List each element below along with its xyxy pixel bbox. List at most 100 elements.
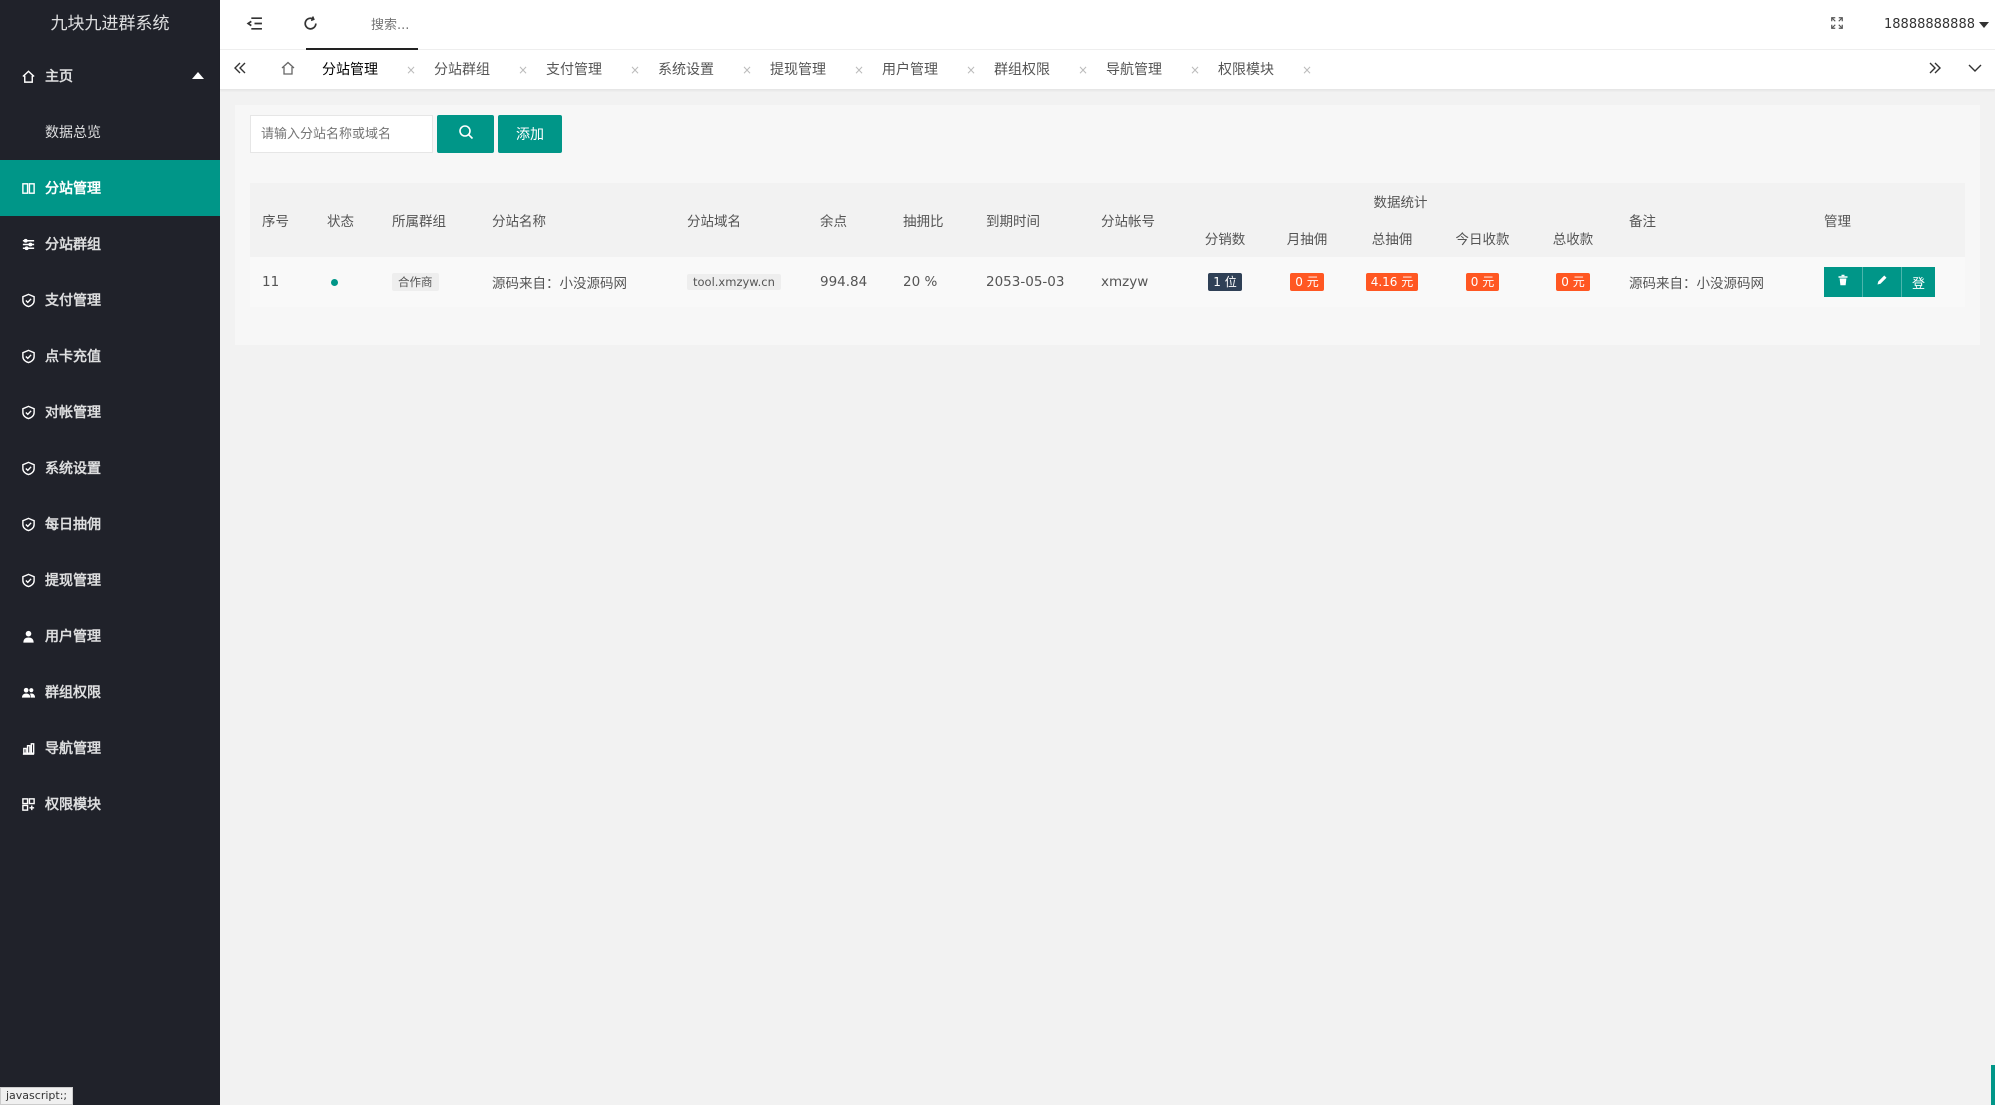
cell-group: 合作商 — [380, 257, 480, 307]
close-icon[interactable]: × — [1302, 50, 1312, 90]
sidebar-item-reconciliation[interactable]: 对帐管理 — [0, 384, 220, 440]
tab-users[interactable]: 用户管理 × — [870, 50, 982, 90]
table-row: 11 合作商 源码来自：小没源码网 tool.xmzyw.cn 994.84 2… — [250, 257, 1965, 307]
th-name: 分站名称 — [480, 183, 675, 257]
tab-scroll-right-button[interactable] — [1915, 50, 1955, 90]
tab-navigation[interactable]: 导航管理 × — [1094, 50, 1206, 90]
refresh-icon — [302, 15, 319, 36]
add-button[interactable]: 添加 — [498, 115, 562, 153]
edit-button[interactable] — [1863, 267, 1902, 297]
substation-table: 序号 状态 所属群组 分站名称 分站域名 余点 抽拥比 到期时间 分站帐号 数据… — [250, 183, 1965, 307]
row-actions: 登 — [1824, 267, 1953, 297]
close-icon[interactable]: × — [742, 50, 752, 90]
sidebar-item-label: 导航管理 — [45, 741, 101, 757]
close-icon[interactable]: × — [518, 50, 528, 90]
tab-withdrawal[interactable]: 提现管理 × — [758, 50, 870, 90]
close-icon[interactable]: × — [1078, 50, 1088, 90]
sidebar-item-users[interactable]: 用户管理 — [0, 608, 220, 664]
search-button[interactable] — [437, 115, 494, 153]
th-id: 序号 — [250, 183, 315, 257]
sidebar-item-permission-module[interactable]: 权限模块 — [0, 776, 220, 832]
shield-check-icon — [20, 404, 36, 420]
refresh-button[interactable] — [282, 0, 338, 50]
tab-group-permissions[interactable]: 群组权限 × — [982, 50, 1094, 90]
tab-label: 导航管理 — [1106, 62, 1162, 78]
tab-scroll-left-button[interactable] — [220, 50, 260, 90]
sidebar-item-label: 权限模块 — [45, 797, 101, 813]
cell-remark: 源码来自：小没源码网 — [1617, 257, 1812, 307]
user-menu[interactable]: 18888888888 — [1884, 0, 1991, 50]
close-icon[interactable]: × — [854, 50, 864, 90]
close-icon[interactable]: × — [966, 50, 976, 90]
tab-label: 用户管理 — [882, 62, 938, 78]
columns-icon — [20, 180, 36, 196]
tab-substation[interactable]: 分站管理 × — [310, 50, 422, 90]
cell-expire: 2053-05-03 — [974, 257, 1089, 307]
sidebar-item-label: 数据总览 — [45, 125, 101, 141]
tab-payment[interactable]: 支付管理 × — [534, 50, 646, 90]
sidebar-item-withdrawal[interactable]: 提现管理 — [0, 552, 220, 608]
sidebar-item-card-recharge[interactable]: 点卡充值 — [0, 328, 220, 384]
th-stats: 数据统计 — [1184, 183, 1617, 219]
tab-menu-button[interactable] — [1955, 50, 1995, 90]
cell-total-income: 0 元 — [1529, 257, 1617, 307]
sidebar-item-substation-group[interactable]: 分站群组 — [0, 216, 220, 272]
cell-domain: tool.xmzyw.cn — [675, 257, 808, 307]
domain-tag: tool.xmzyw.cn — [687, 274, 781, 290]
tab-label: 支付管理 — [546, 62, 602, 78]
fullscreen-button[interactable] — [1819, 0, 1855, 50]
keyword-input[interactable] — [250, 115, 433, 153]
chevron-down-icon — [1967, 60, 1983, 80]
th-remark: 备注 — [1617, 183, 1812, 257]
close-icon[interactable]: × — [406, 50, 416, 90]
menu-fold-icon — [246, 15, 263, 36]
search-icon — [458, 124, 474, 144]
sidebar-item-label: 用户管理 — [45, 629, 101, 645]
delete-button[interactable] — [1824, 267, 1863, 297]
sidebar-item-daily-commission[interactable]: 每日抽佣 — [0, 496, 220, 552]
sidebar-item-label: 分站群组 — [45, 237, 101, 253]
sidebar-item-label: 主页 — [45, 69, 73, 85]
tab-label: 分站管理 — [322, 62, 378, 78]
scroll-indicator[interactable] — [1991, 1065, 1995, 1105]
cell-status — [315, 257, 380, 307]
cell-month-comm: 0 元 — [1266, 257, 1348, 307]
fullscreen-icon — [1830, 16, 1844, 34]
tab-label: 群组权限 — [994, 62, 1050, 78]
top-header: 18888888888 — [220, 0, 1995, 50]
close-icon[interactable]: × — [630, 50, 640, 90]
sidebar-item-overview[interactable]: 数据总览 — [0, 104, 220, 160]
home-icon — [280, 60, 296, 80]
tab-substation-group[interactable]: 分站群组 × — [422, 50, 534, 90]
th-ratio: 抽拥比 — [891, 183, 974, 257]
login-button[interactable]: 登 — [1902, 267, 1935, 297]
sidebar-item-payment[interactable]: 支付管理 — [0, 272, 220, 328]
double-chevron-right-icon — [1927, 60, 1943, 80]
th-today-income: 今日收款 — [1436, 219, 1529, 257]
th-status: 状态 — [315, 183, 380, 257]
pencil-icon — [1876, 274, 1888, 290]
search-input[interactable] — [365, 12, 565, 38]
sidebar-item-group-permissions[interactable]: 群组权限 — [0, 664, 220, 720]
toggle-sidebar-button[interactable] — [226, 0, 282, 50]
tab-home[interactable] — [268, 50, 308, 90]
sidebar: 九块九进群系统 主页 数据总览 分站管理 分站群组 支付管理 点卡充值 对帐管理… — [0, 0, 220, 1105]
sidebar-item-system-settings[interactable]: 系统设置 — [0, 440, 220, 496]
close-icon[interactable]: × — [1190, 50, 1200, 90]
cell-today-income: 0 元 — [1436, 257, 1529, 307]
tab-label: 系统设置 — [658, 62, 714, 78]
sidebar-item-substation[interactable]: 分站管理 — [0, 160, 220, 216]
cell-sales: 1 位 — [1184, 257, 1266, 307]
total-comm-badge: 4.16 元 — [1365, 273, 1419, 291]
tab-permission-module[interactable]: 权限模块 × — [1206, 50, 1318, 90]
sidebar-item-label: 群组权限 — [45, 685, 101, 701]
cell-ratio: 20 % — [891, 257, 974, 307]
th-sales: 分销数 — [1184, 219, 1266, 257]
tab-label: 权限模块 — [1218, 62, 1274, 78]
shield-check-icon — [20, 460, 36, 476]
sidebar-item-navigation[interactable]: 导航管理 — [0, 720, 220, 776]
sidebar-item-home[interactable]: 主页 — [0, 48, 220, 104]
th-account: 分站帐号 — [1089, 183, 1184, 257]
shield-check-icon — [20, 516, 36, 532]
tab-system-settings[interactable]: 系统设置 × — [646, 50, 758, 90]
